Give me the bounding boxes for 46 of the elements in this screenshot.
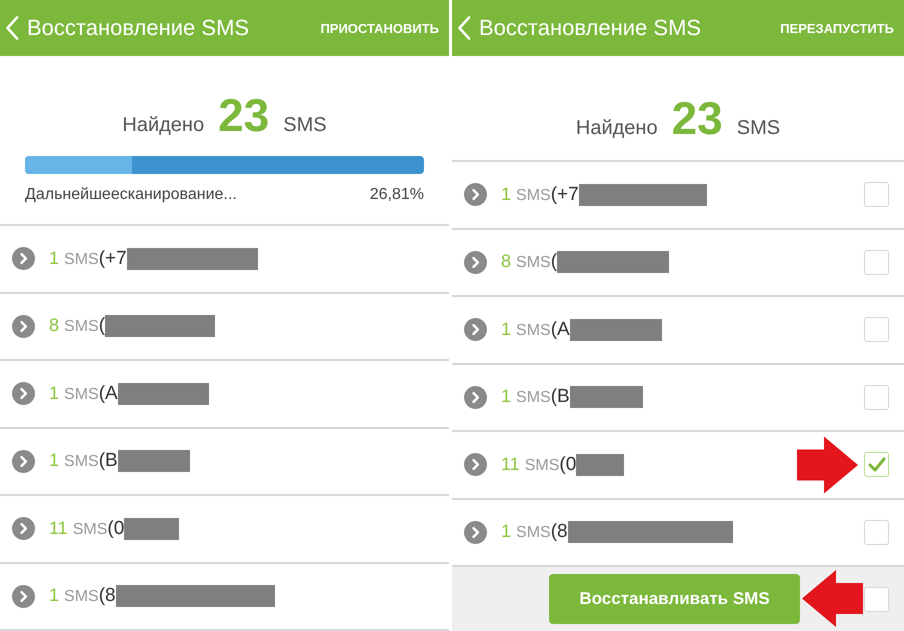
sms-group-label[interactable]: 11 SMS(0 bbox=[49, 518, 124, 540]
sms-group-label[interactable]: 11 SMS(0 bbox=[501, 454, 576, 476]
found-label: Найдено bbox=[576, 116, 658, 141]
expand-chevron-icon[interactable] bbox=[12, 450, 35, 473]
found-unit: SMS bbox=[736, 116, 780, 141]
sms-group-label[interactable]: 1 SMS(A bbox=[501, 318, 570, 341]
sms-group-label[interactable]: 1 SMS(8 bbox=[501, 521, 568, 544]
checkbox[interactable] bbox=[864, 384, 889, 410]
expand-chevron-icon[interactable] bbox=[12, 314, 35, 338]
expand-chevron-icon[interactable] bbox=[12, 247, 35, 270]
found-label: Найдено bbox=[122, 113, 204, 138]
sms-group-label[interactable]: 1 SMS(B bbox=[49, 450, 118, 472]
redaction-bar bbox=[124, 518, 180, 540]
sms-group-label[interactable]: 8 SMS( bbox=[501, 251, 558, 274]
checkbox[interactable] bbox=[864, 452, 889, 478]
select-all-checkbox[interactable] bbox=[864, 586, 889, 612]
sms-group-label[interactable]: 1 SMS(8 bbox=[49, 585, 116, 608]
sms-group-label[interactable]: 1 SMS(+7 bbox=[49, 248, 127, 270]
expand-chevron-icon[interactable] bbox=[12, 584, 35, 608]
checkbox[interactable] bbox=[864, 520, 889, 545]
back-icon[interactable] bbox=[457, 16, 471, 40]
sms-group-label[interactable]: 1 SMS(+7 bbox=[501, 184, 579, 206]
expand-chevron-icon[interactable] bbox=[464, 183, 487, 206]
expand-chevron-icon[interactable] bbox=[464, 318, 487, 342]
sms-group-label[interactable]: 1 SMS(A bbox=[49, 382, 118, 405]
checkmark-icon bbox=[868, 457, 886, 472]
sms-group-label[interactable]: 1 SMS(B bbox=[501, 386, 570, 408]
expand-chevron-icon[interactable] bbox=[464, 250, 487, 274]
found-count: 23 bbox=[218, 88, 270, 142]
expand-chevron-icon[interactable] bbox=[464, 386, 487, 409]
progress-percent: 26,81% bbox=[370, 185, 424, 205]
checkbox[interactable] bbox=[864, 250, 889, 275]
screen-title: Восстановление SMS bbox=[27, 15, 250, 41]
checkbox[interactable] bbox=[864, 317, 889, 342]
expand-chevron-icon[interactable] bbox=[12, 382, 35, 406]
expand-chevron-icon[interactable] bbox=[12, 517, 35, 540]
expand-chevron-icon[interactable] bbox=[464, 453, 487, 476]
screen-title: Восстановление SMS bbox=[479, 15, 702, 41]
redaction-bar bbox=[576, 454, 624, 476]
sms-group-label[interactable]: 8 SMS( bbox=[49, 315, 106, 338]
checkbox[interactable] bbox=[864, 182, 889, 208]
scan-status-text: Дальнейшеесканирование... bbox=[25, 185, 237, 205]
back-icon[interactable] bbox=[5, 16, 19, 40]
expand-chevron-icon[interactable] bbox=[464, 520, 487, 544]
found-count: 23 bbox=[672, 91, 723, 145]
found-unit: SMS bbox=[283, 113, 327, 138]
